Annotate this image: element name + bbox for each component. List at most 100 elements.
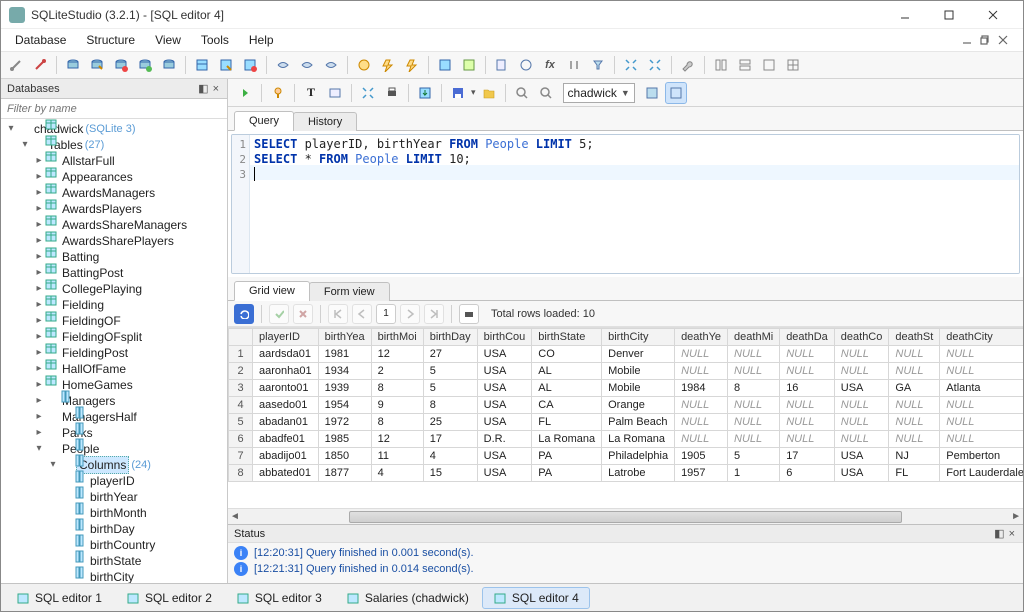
cell[interactable]: NULL [834, 346, 889, 363]
cell[interactable]: NULL [940, 431, 1023, 448]
cell[interactable]: NULL [834, 431, 889, 448]
result-grid[interactable]: playerIDbirthYeabirthMoibirthDaybirthCou… [228, 327, 1023, 508]
cell[interactable]: NULL [780, 414, 835, 431]
filter2-icon[interactable] [587, 54, 609, 76]
trigger2-icon[interactable] [401, 54, 423, 76]
tree-node[interactable]: ▸AwardsManagers [1, 185, 227, 201]
menu-help[interactable]: Help [241, 31, 282, 49]
tree-node[interactable]: ▸HomeGames [1, 377, 227, 393]
menu-structure[interactable]: Structure [78, 31, 143, 49]
cell[interactable]: 9 [371, 397, 423, 414]
column-header[interactable]: playerID [253, 329, 319, 346]
cell[interactable]: 1985 [318, 431, 371, 448]
tab-query[interactable]: Query [234, 111, 294, 131]
tree-node[interactable]: ▸Fielding [1, 297, 227, 313]
page-num[interactable]: 1 [376, 304, 396, 324]
next-page-button[interactable] [400, 304, 420, 324]
wrench-icon[interactable] [677, 54, 699, 76]
db-add-icon[interactable] [62, 54, 84, 76]
column-header[interactable]: birthCou [477, 329, 532, 346]
copy-icon[interactable] [491, 54, 513, 76]
row-number[interactable]: 4 [229, 397, 253, 414]
cell[interactable]: aaronha01 [253, 363, 319, 380]
cell[interactable]: NULL [675, 431, 728, 448]
tools-icon[interactable] [434, 54, 456, 76]
cell[interactable]: NULL [728, 397, 780, 414]
tab-history[interactable]: History [293, 112, 357, 131]
tree-node[interactable]: ▸Managers [1, 393, 227, 409]
row-number[interactable]: 3 [229, 380, 253, 397]
filter-input[interactable] [1, 99, 227, 118]
column-header[interactable]: deathMi [728, 329, 780, 346]
clear-icon[interactable] [324, 82, 346, 104]
cell[interactable]: 17 [780, 448, 835, 465]
expand-icon[interactable] [620, 54, 642, 76]
column-header[interactable]: deathDa [780, 329, 835, 346]
cell[interactable]: NULL [675, 414, 728, 431]
cell[interactable]: 12 [371, 431, 423, 448]
status-close-icon[interactable]: × [1007, 528, 1017, 540]
cell[interactable]: NULL [940, 397, 1023, 414]
print-grid-button[interactable] [459, 304, 479, 324]
tree-node[interactable]: birthMonth [1, 505, 227, 521]
tree-node[interactable]: ▸Parks [1, 425, 227, 441]
cell[interactable]: AL [532, 363, 602, 380]
cell[interactable]: NULL [889, 397, 940, 414]
column-header[interactable]: birthCity [602, 329, 675, 346]
tree-node[interactable]: birthState [1, 553, 227, 569]
cell[interactable]: CO [532, 346, 602, 363]
cell[interactable]: 4 [423, 448, 477, 465]
cell[interactable]: NULL [728, 431, 780, 448]
view-edit-icon[interactable] [296, 54, 318, 76]
database-combo[interactable]: chadwick ▼ [563, 83, 635, 103]
close-button[interactable] [971, 2, 1015, 28]
cell[interactable]: USA [477, 448, 532, 465]
bottom-tab[interactable]: Salaries (chadwick) [335, 587, 480, 609]
cell[interactable]: abadan01 [253, 414, 319, 431]
open-icon[interactable] [478, 82, 500, 104]
cell[interactable]: FL [532, 414, 602, 431]
grid-view-icon[interactable] [641, 82, 663, 104]
cell[interactable]: 1 [728, 465, 780, 482]
cell[interactable]: Latrobe [602, 465, 675, 482]
tree-node[interactable]: ▸ManagersHalf [1, 409, 227, 425]
db-refresh-icon[interactable] [158, 54, 180, 76]
tree-node[interactable]: ▸AllstarFull [1, 153, 227, 169]
cell[interactable]: NULL [675, 363, 728, 380]
tree-node[interactable]: ▸Appearances [1, 169, 227, 185]
tree-node[interactable]: ▸FieldingOF [1, 313, 227, 329]
mdi-close-button[interactable] [995, 34, 1011, 46]
column-header[interactable]: birthDay [423, 329, 477, 346]
cell[interactable]: NULL [728, 346, 780, 363]
cell[interactable]: USA [477, 414, 532, 431]
tree-node[interactable]: birthDay [1, 521, 227, 537]
mdi-restore-button[interactable] [977, 34, 993, 46]
cell[interactable]: abbated01 [253, 465, 319, 482]
database-filter[interactable] [1, 99, 227, 119]
tree-node[interactable]: ▸FieldingOFsplit [1, 329, 227, 345]
cell[interactable]: USA [477, 380, 532, 397]
connect-icon[interactable] [5, 54, 27, 76]
cell[interactable]: 1954 [318, 397, 371, 414]
row-number[interactable]: 1 [229, 346, 253, 363]
row-number[interactable]: 2 [229, 363, 253, 380]
column-header[interactable]: birthState [532, 329, 602, 346]
cell[interactable]: NULL [834, 397, 889, 414]
tree-node[interactable]: ▸Batting [1, 249, 227, 265]
cell[interactable]: abadijo01 [253, 448, 319, 465]
cell[interactable]: NJ [889, 448, 940, 465]
cell[interactable]: NULL [728, 414, 780, 431]
cell[interactable]: Denver [602, 346, 675, 363]
sql-editor[interactable]: 123 SELECT playerID, birthYear FROM Peop… [231, 134, 1020, 274]
rollback-button[interactable] [293, 304, 313, 324]
database-tree[interactable]: ▾chadwick (SQLite 3)▾Tables(27)▸AllstarF… [1, 119, 227, 583]
bottom-tab[interactable]: SQL editor 4 [482, 587, 590, 609]
cell[interactable]: D.R. [477, 431, 532, 448]
tree-node[interactable]: birthYear [1, 489, 227, 505]
cell[interactable]: USA [477, 363, 532, 380]
cell[interactable]: USA [834, 380, 889, 397]
tree-node[interactable]: playerID [1, 473, 227, 489]
row-number[interactable]: 5 [229, 414, 253, 431]
cell[interactable]: NULL [728, 363, 780, 380]
eye-icon[interactable] [515, 54, 537, 76]
